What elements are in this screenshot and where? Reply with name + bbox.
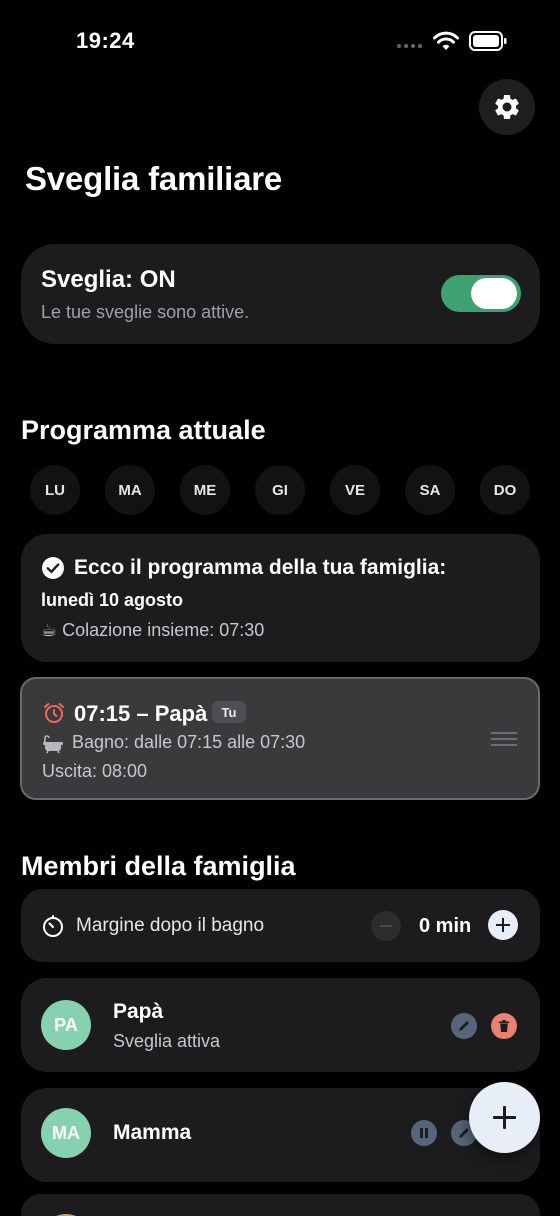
member-name: Papà <box>113 1000 164 1023</box>
add-member-button[interactable] <box>469 1082 540 1153</box>
wifi-icon <box>433 31 459 50</box>
entry-title: 07:15 – Papà <box>74 701 208 726</box>
trash-icon <box>499 1020 509 1032</box>
toggle-knob <box>471 278 517 309</box>
pause-member-button[interactable] <box>411 1120 437 1146</box>
alarm-status-card: Sveglia: ON Le tue sveglie sono attive. <box>21 244 540 344</box>
margin-label: Margine dopo il bagno <box>76 915 265 936</box>
member-card[interactable]: MA Mamma <box>21 1088 540 1182</box>
cellular-signal-icon <box>397 44 422 48</box>
drag-handle-icon[interactable] <box>491 732 517 746</box>
you-tag: Tu <box>212 701 246 723</box>
battery-icon <box>469 31 507 51</box>
margin-value: 0 min <box>419 915 472 937</box>
day-button-ma[interactable]: MA <box>105 465 155 515</box>
day-selector: LU MA ME GI VE SA DO <box>30 465 530 515</box>
day-button-me[interactable]: ME <box>180 465 230 515</box>
page-title: Sveglia familiare <box>25 160 283 197</box>
program-heading: Ecco il programma della tua famiglia: <box>74 556 447 579</box>
bath-margin-card: Margine dopo il bagno 0 min <box>21 889 540 962</box>
day-button-lu[interactable]: LU <box>30 465 80 515</box>
bathtub-icon <box>43 735 63 754</box>
members-section-title: Membri della famiglia <box>21 851 296 881</box>
settings-button[interactable] <box>479 79 535 135</box>
alarm-toggle[interactable] <box>441 275 521 312</box>
schedule-entry-card[interactable]: 07:15 – Papà Tu Bagno: dalle 07:15 alle … <box>20 677 540 800</box>
member-name: Mamma <box>113 1121 192 1144</box>
pause-icon <box>420 1128 428 1138</box>
avatar: MA <box>41 1108 91 1158</box>
alarm-clock-icon <box>44 703 64 723</box>
timer-icon <box>43 915 63 937</box>
avatar: PA <box>41 1000 91 1050</box>
pencil-icon <box>459 1021 469 1031</box>
increase-margin-button[interactable] <box>488 910 518 940</box>
entry-bath-time: Bagno: dalle 07:15 alle 07:30 <box>72 732 306 752</box>
status-time: 19:24 <box>76 28 135 53</box>
alarm-status-title: Sveglia: ON <box>41 266 176 293</box>
status-bar: 19:24 <box>0 0 560 84</box>
day-button-do[interactable]: DO <box>480 465 530 515</box>
pencil-icon <box>459 1128 469 1138</box>
day-button-sa[interactable]: SA <box>405 465 455 515</box>
program-summary-card: Ecco il programma della tua famiglia: lu… <box>21 534 540 662</box>
delete-member-button[interactable] <box>491 1013 517 1039</box>
breakfast-time: ☕ Colazione insieme: 07:30 <box>41 620 265 640</box>
member-status: Sveglia attiva <box>113 1031 221 1051</box>
decrease-margin-button[interactable] <box>371 911 401 941</box>
member-card[interactable]: PA Papà Sveglia attiva <box>21 978 540 1072</box>
edit-member-button[interactable] <box>451 1013 477 1039</box>
program-section-title: Programma attuale <box>21 415 266 445</box>
entry-exit-time: Uscita: 08:00 <box>42 761 148 781</box>
alarm-status-subtitle: Le tue sveglie sono attive. <box>41 302 250 322</box>
day-button-gi[interactable]: GI <box>255 465 305 515</box>
program-date: lunedì 10 agosto <box>41 590 184 610</box>
check-circle-icon <box>42 557 64 579</box>
day-button-ve[interactable]: VE <box>330 465 380 515</box>
gear-icon <box>495 94 519 119</box>
member-card[interactable] <box>21 1194 540 1216</box>
